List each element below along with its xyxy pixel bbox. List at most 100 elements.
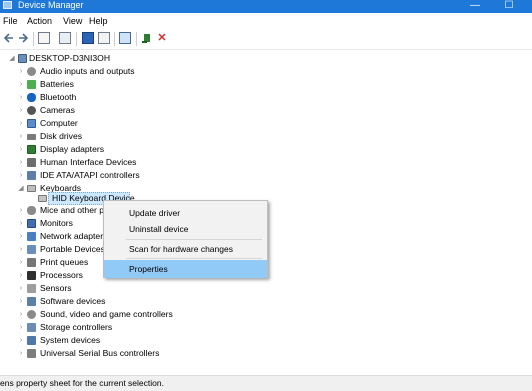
expand-icon[interactable]: › bbox=[17, 334, 25, 347]
expand-icon[interactable]: › bbox=[17, 321, 25, 334]
expand-icon[interactable]: › bbox=[17, 256, 25, 269]
mouse-icon bbox=[27, 206, 36, 215]
tree-item-label: Network adapters bbox=[40, 231, 108, 241]
bluetooth-icon bbox=[27, 93, 36, 102]
expand-icon[interactable]: › bbox=[17, 269, 25, 282]
window-title: Device Manager bbox=[18, 0, 84, 10]
menu-item-properties[interactable]: Properties bbox=[104, 260, 267, 278]
tree-item-label: IDE ATA/ATAPI controllers bbox=[40, 170, 140, 180]
help-icon[interactable] bbox=[82, 32, 94, 44]
tree-item-label: Storage controllers bbox=[40, 322, 113, 332]
tree-item-label: Display adapters bbox=[40, 144, 105, 154]
ide-controller-icon bbox=[27, 171, 36, 180]
add-driver-icon[interactable] bbox=[141, 32, 153, 44]
back-arrow-icon[interactable] bbox=[3, 32, 15, 44]
menu-separator bbox=[126, 258, 262, 259]
menu-item-uninstall-device[interactable]: Uninstall device bbox=[104, 220, 267, 238]
tree-item-label: Computer bbox=[40, 118, 78, 128]
tree-item-label: Disk drives bbox=[40, 131, 83, 141]
expand-icon[interactable]: › bbox=[17, 65, 25, 78]
storage-controller-icon bbox=[27, 323, 36, 332]
tree-item-label: System devices bbox=[40, 335, 101, 345]
tree-item-label: Monitors bbox=[40, 218, 73, 228]
expand-icon[interactable]: › bbox=[17, 282, 25, 295]
toolbar-separator bbox=[136, 32, 137, 46]
expand-icon[interactable]: › bbox=[17, 347, 25, 360]
expand-icon[interactable]: › bbox=[17, 295, 25, 308]
context-menu: Update driver Uninstall device Scan for … bbox=[103, 200, 268, 278]
collapse-icon[interactable]: ◢ bbox=[17, 182, 25, 195]
expand-icon[interactable]: › bbox=[17, 217, 25, 230]
tree-item-label: Audio inputs and outputs bbox=[40, 66, 135, 76]
battery-icon bbox=[27, 80, 36, 89]
tree-item-label: Mice and other po bbox=[40, 205, 109, 215]
tree-item-label: Portable Devices bbox=[40, 244, 105, 254]
tree-item-label: Software devices bbox=[40, 296, 106, 306]
tree-item-label: Human Interface Devices bbox=[40, 157, 137, 167]
system-device-icon bbox=[27, 336, 36, 345]
tree-item-label: Sensors bbox=[40, 283, 72, 293]
keyboard-icon bbox=[27, 185, 36, 192]
speaker-icon bbox=[27, 310, 36, 319]
tree-item-label: Universal Serial Bus controllers bbox=[40, 348, 160, 358]
disk-drive-icon bbox=[27, 134, 36, 140]
menu-item-label: Uninstall device bbox=[129, 224, 189, 234]
expand-icon[interactable]: › bbox=[17, 204, 25, 217]
uninstall-x-icon[interactable]: ✕ bbox=[156, 32, 168, 44]
toolbar-separator bbox=[114, 32, 115, 46]
tree-item-label: Batteries bbox=[40, 79, 74, 89]
expand-icon[interactable]: › bbox=[17, 230, 25, 243]
device-manager-icon bbox=[3, 1, 12, 9]
expand-icon[interactable]: › bbox=[17, 104, 25, 117]
portable-device-icon bbox=[27, 245, 36, 254]
toolbar-separator bbox=[76, 32, 77, 46]
tree-item-label: Bluetooth bbox=[40, 92, 77, 102]
expand-icon[interactable]: › bbox=[17, 130, 25, 143]
toolbar: ✕ bbox=[0, 29, 532, 50]
toolbar-separator bbox=[33, 32, 34, 46]
expand-icon[interactable]: › bbox=[17, 308, 25, 321]
menu-item-scan-hardware[interactable]: Scan for hardware changes bbox=[104, 240, 267, 258]
tree-item-label: Cameras bbox=[40, 105, 75, 115]
usb-icon bbox=[27, 349, 36, 358]
expand-icon[interactable]: › bbox=[17, 156, 25, 169]
expand-icon[interactable]: › bbox=[17, 91, 25, 104]
camera-icon bbox=[27, 106, 36, 115]
menu-help[interactable]: Help bbox=[89, 16, 108, 27]
expand-icon[interactable]: › bbox=[17, 78, 25, 91]
computer-icon bbox=[18, 54, 27, 63]
scan-hardware-icon[interactable] bbox=[119, 32, 131, 44]
processor-icon bbox=[27, 271, 36, 280]
show-hide-console-tree-icon[interactable] bbox=[38, 32, 50, 44]
display-adapter-icon bbox=[27, 145, 36, 154]
printer-icon bbox=[27, 258, 36, 267]
sensor-icon bbox=[27, 284, 36, 293]
network-adapter-icon bbox=[27, 232, 36, 241]
menu-item-label: Scan for hardware changes bbox=[129, 244, 233, 254]
menu-action[interactable]: Action bbox=[27, 16, 52, 27]
computer-icon bbox=[27, 119, 36, 128]
status-text: ens property sheet for the current selec… bbox=[0, 378, 164, 388]
menu-view[interactable]: View bbox=[63, 16, 82, 27]
menu-bar: File Action View Help bbox=[0, 13, 532, 29]
status-bar: ens property sheet for the current selec… bbox=[0, 375, 532, 391]
hid-icon bbox=[27, 158, 36, 167]
maximize-button[interactable]: ☐ bbox=[492, 0, 526, 13]
monitor-icon bbox=[27, 219, 36, 228]
forward-arrow-icon[interactable] bbox=[17, 32, 29, 44]
tree-item-label: Print queues bbox=[40, 257, 89, 267]
speaker-icon bbox=[27, 67, 36, 76]
expand-icon[interactable]: › bbox=[17, 143, 25, 156]
menu-item-label: Properties bbox=[129, 264, 168, 274]
expand-icon[interactable]: › bbox=[17, 117, 25, 130]
tree-item-label: Sound, video and game controllers bbox=[40, 309, 173, 319]
menu-file[interactable]: File bbox=[3, 16, 18, 27]
tree-root-label: DESKTOP-D3NI3OH bbox=[29, 53, 111, 63]
collapse-icon[interactable]: ◢ bbox=[8, 52, 16, 65]
minimize-button[interactable]: — bbox=[458, 0, 492, 13]
tree-item-label: Processors bbox=[40, 270, 83, 280]
view-icon[interactable] bbox=[98, 32, 110, 44]
expand-icon[interactable]: › bbox=[17, 243, 25, 256]
properties-icon[interactable] bbox=[59, 32, 71, 44]
expand-icon[interactable]: › bbox=[17, 169, 25, 182]
